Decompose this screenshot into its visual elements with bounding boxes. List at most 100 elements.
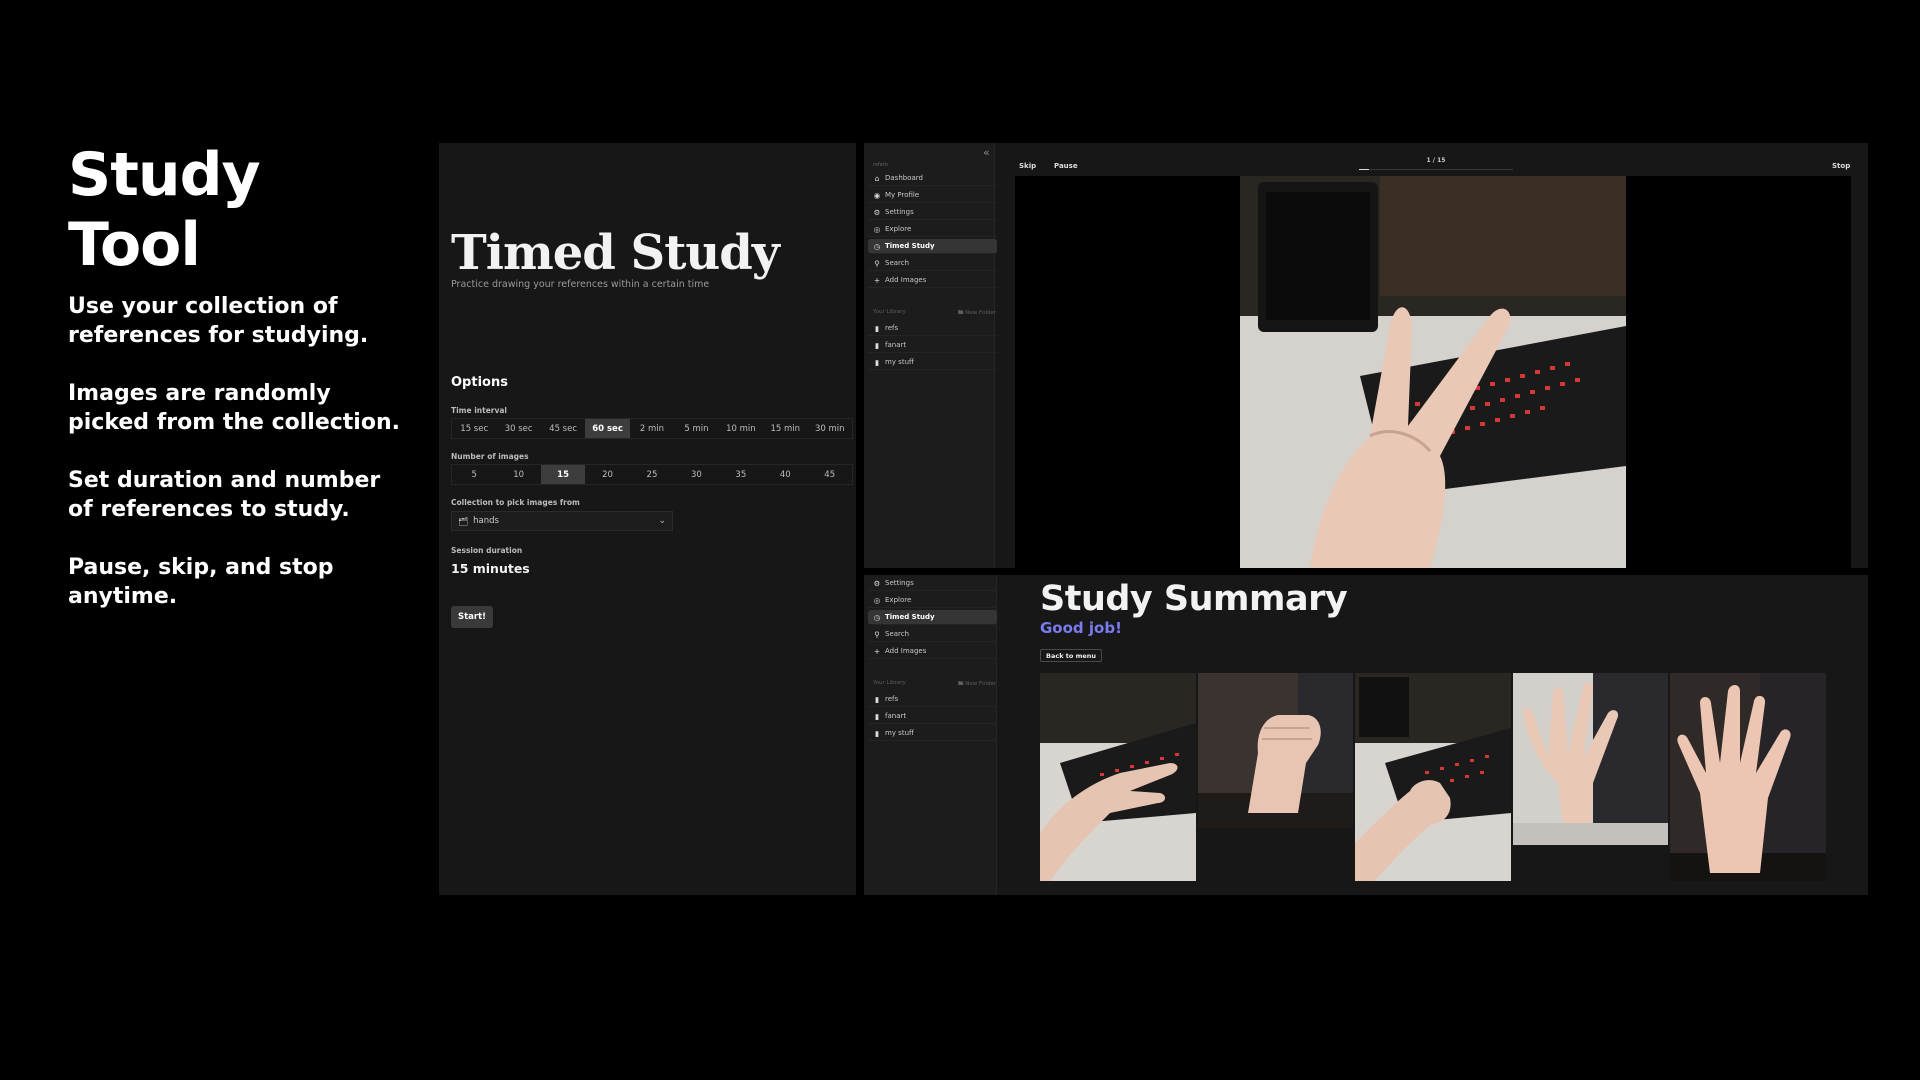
plus-icon: +	[873, 646, 881, 656]
hand-gesture-photo	[1040, 673, 1196, 881]
count-option[interactable]: 40	[763, 465, 807, 484]
home-icon: ⌂	[874, 173, 880, 183]
sidebar-item-my-profile[interactable]: ◉ My Profile	[868, 188, 997, 203]
summary-thumbnail[interactable]	[1670, 673, 1826, 881]
sidebar-item-timed-study[interactable]: ◷ Timed Study	[868, 610, 997, 625]
interval-option[interactable]: 45 sec	[541, 419, 585, 438]
progress-track	[1359, 169, 1513, 170]
sidebar-item-timed-study[interactable]: ◷ Timed Study	[868, 239, 997, 254]
page-title: Timed Study	[451, 225, 780, 281]
count-option[interactable]: 5	[452, 465, 496, 484]
sidebar: refero « ⌂ Dashboard ◉ My Profile ⚙ Setting…	[864, 143, 997, 568]
library-header: Your Library 🖿 New Folder	[873, 309, 996, 318]
back-to-menu-button[interactable]: Back to menu	[1040, 649, 1103, 662]
summary-thumbnail[interactable]	[1355, 673, 1511, 881]
interval-option[interactable]: 30 sec	[496, 419, 540, 438]
folder-icon: ▮	[874, 728, 880, 738]
collection-select[interactable]: 🗂 hands ⌄	[451, 511, 673, 531]
start-button[interactable]: Start!	[451, 606, 493, 628]
summary-subtitle: Good job!	[1040, 619, 1122, 637]
reference-viewer	[1015, 176, 1851, 568]
count-option[interactable]: 20	[585, 465, 629, 484]
folder-icon: ▮	[874, 323, 880, 333]
hand-fist-photo	[1198, 673, 1353, 828]
sidebar-item-add-images[interactable]: + Add Images	[868, 273, 997, 288]
stop-button[interactable]: Stop	[1832, 162, 1850, 170]
summary-thumbnail[interactable]	[1198, 673, 1353, 828]
folder-item[interactable]: ▮ my stuff	[868, 726, 997, 741]
sidebar-item-search[interactable]: ⚲ Search	[868, 627, 997, 642]
gear-icon: ⚙	[873, 578, 881, 588]
hand-peace-photo	[1240, 176, 1626, 568]
count-option[interactable]: 25	[630, 465, 674, 484]
sidebar-item-add-images[interactable]: + Add Images	[868, 644, 997, 659]
search-icon: ⚲	[874, 258, 880, 268]
interval-option[interactable]: 15 sec	[452, 419, 496, 438]
count-option[interactable]: 35	[719, 465, 763, 484]
intro-paragraph: Images are randomly picked from the coll…	[68, 381, 400, 435]
number-of-images-label: Number of images	[451, 452, 529, 461]
interval-option[interactable]: 2 min	[630, 419, 674, 438]
folder-item[interactable]: ▮ fanart	[868, 338, 997, 353]
interval-option[interactable]: 10 min	[719, 419, 763, 438]
count-option[interactable]: 45	[808, 465, 852, 484]
folder-icon: ▮	[874, 340, 880, 350]
library-header: Your Library 🖿 New Folder	[873, 680, 996, 689]
library-label: Your Library	[873, 680, 906, 686]
interval-option[interactable]: 5 min	[674, 419, 718, 438]
intro-paragraph: Use your collection of references for st…	[68, 294, 369, 348]
page-subtitle: Practice drawing your references within …	[451, 279, 710, 290]
sidebar-item-settings[interactable]: ⚙ Settings	[868, 576, 997, 591]
folder-icon: ▮	[874, 694, 880, 704]
folder-item[interactable]: ▮ my stuff	[868, 355, 997, 370]
time-interval-label: Time interval	[451, 406, 508, 415]
sidebar: ⚙ Settings ◎ Explore ◷ Timed Study ⚲ Search …	[864, 575, 997, 895]
count-option[interactable]: 10	[496, 465, 540, 484]
count-option-selected[interactable]: 15	[540, 465, 586, 484]
folder-icon: ▮	[874, 357, 880, 367]
folder-item[interactable]: ▮ refs	[868, 692, 997, 707]
image-count-selector: 5 10 15 20 25 30 35 40 45	[451, 464, 853, 485]
search-icon: ⚲	[874, 629, 880, 639]
hand-open-palm-photo	[1670, 673, 1826, 881]
folder-icon: ▮	[874, 711, 880, 721]
intro-paragraph: Pause, skip, and stop anytime.	[68, 555, 334, 609]
time-interval-selector: 15 sec 30 sec 45 sec 60 sec 2 min 5 min …	[451, 418, 853, 439]
folder-item[interactable]: ▮ refs	[868, 321, 997, 336]
intro-paragraph: Set duration and number of references to…	[68, 468, 381, 522]
skip-button[interactable]: Skip	[1019, 162, 1036, 170]
pause-button[interactable]: Pause	[1054, 162, 1078, 170]
study-summary-panel: ⚙ Settings ◎ Explore ◷ Timed Study ⚲ Search …	[864, 575, 1868, 895]
new-folder-button[interactable]: 🖿 New Folder	[958, 680, 996, 689]
progress-fill	[1359, 169, 1370, 170]
summary-title: Study Summary	[1040, 579, 1348, 619]
interval-option[interactable]: 15 min	[763, 419, 807, 438]
collection-label: Collection to pick images from	[451, 498, 580, 507]
sidebar-item-search[interactable]: ⚲ Search	[868, 256, 997, 271]
sidebar-item-explore[interactable]: ◎ Explore	[868, 222, 997, 237]
options-heading: Options	[451, 375, 508, 390]
interval-option[interactable]: 30 min	[808, 419, 852, 438]
app-name: refero	[873, 162, 888, 168]
study-session-panel: refero « ⌂ Dashboard ◉ My Profile ⚙ Setting…	[864, 143, 1868, 568]
summary-thumbnail[interactable]	[1040, 673, 1196, 881]
sidebar-item-explore[interactable]: ◎ Explore	[868, 593, 997, 608]
timed-study-setup-panel: Timed Study Practice drawing your refere…	[439, 143, 856, 895]
double-chevron-left-icon[interactable]: «	[983, 146, 990, 159]
new-folder-button[interactable]: 🖿 New Folder	[958, 309, 996, 318]
clock-icon: ◷	[873, 241, 881, 251]
session-duration-value: 15 minutes	[451, 561, 530, 576]
compass-icon: ◎	[873, 595, 881, 605]
interval-option-selected[interactable]: 60 sec	[585, 419, 630, 438]
gear-icon: ⚙	[873, 207, 881, 217]
summary-thumbnail[interactable]	[1513, 673, 1668, 845]
count-option[interactable]: 30	[674, 465, 718, 484]
sidebar-item-settings[interactable]: ⚙ Settings	[868, 205, 997, 220]
collection-value: hands	[473, 516, 499, 526]
clock-icon: ◷	[873, 612, 881, 622]
session-duration-label: Session duration	[451, 546, 523, 555]
library-label: Your Library	[873, 309, 906, 315]
plus-icon: +	[873, 275, 881, 285]
folder-item[interactable]: ▮ fanart	[868, 709, 997, 724]
sidebar-item-dashboard[interactable]: ⌂ Dashboard	[868, 171, 997, 186]
